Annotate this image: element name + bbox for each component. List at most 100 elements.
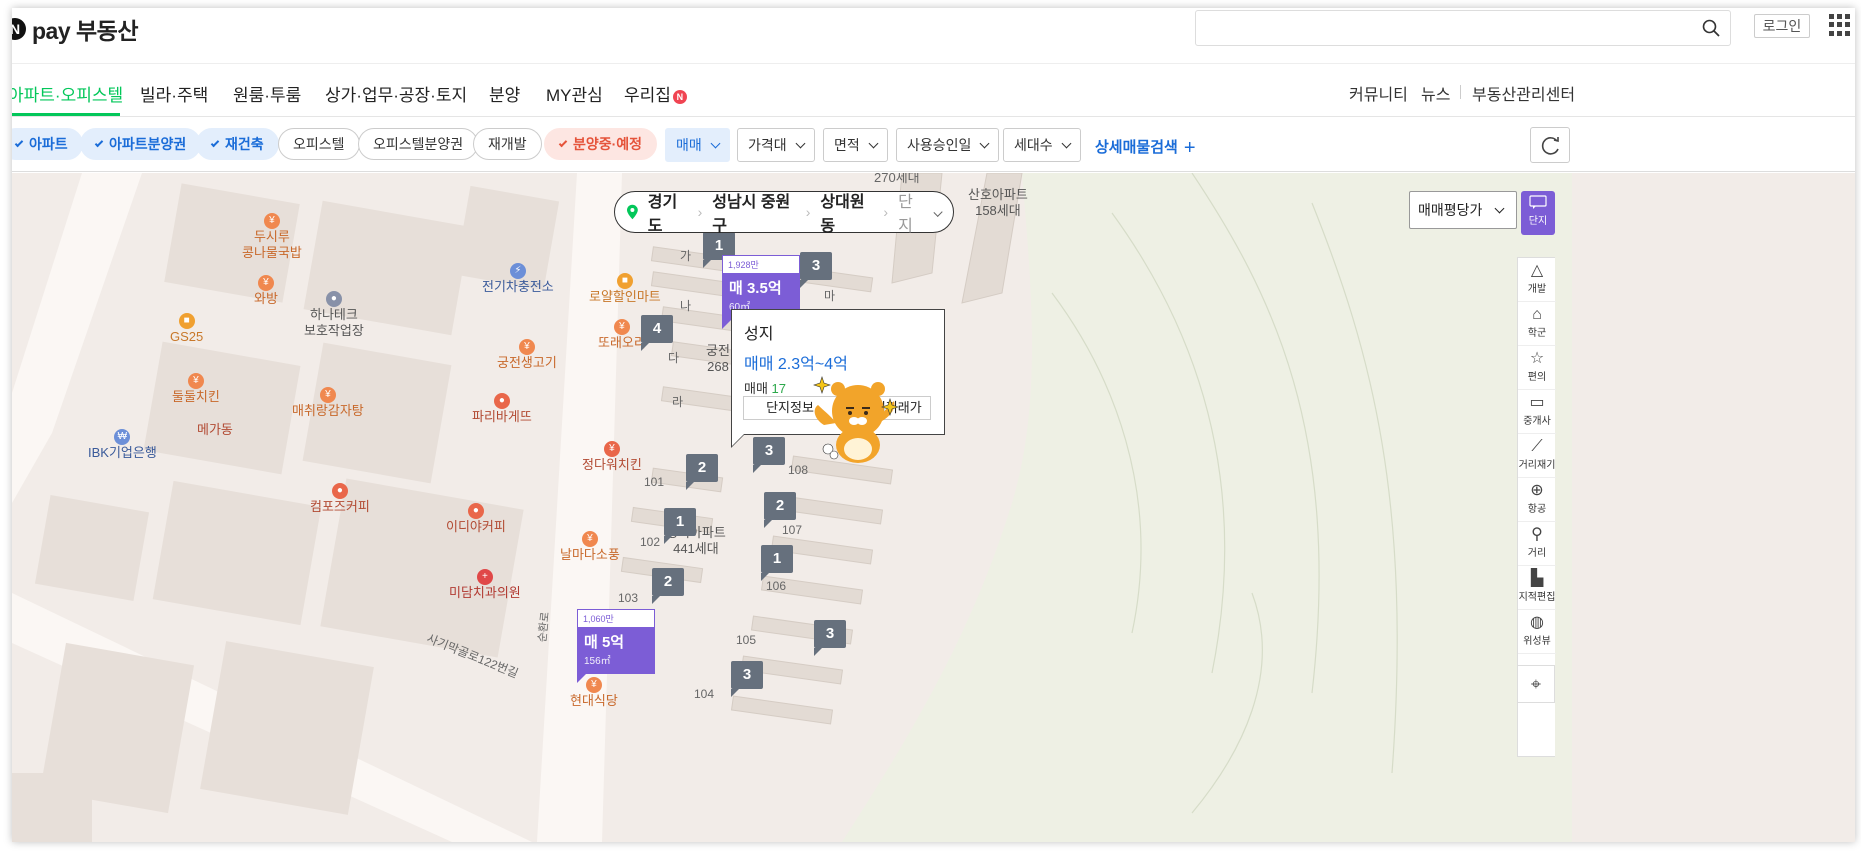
- price-range-dropdown[interactable]: 가격대: [737, 128, 815, 162]
- chevron-down-icon: [710, 138, 721, 149]
- nav-commercial[interactable]: 상가·업무·공장·토지: [325, 81, 467, 106]
- building-101-label: 101: [644, 475, 665, 489]
- location-breadcrumb[interactable]: 경기도 › 성남시 중원구 › 상대원동 › 단지: [614, 188, 954, 236]
- listing-count-marker[interactable]: 3: [731, 661, 763, 697]
- search-icon[interactable]: [1702, 19, 1720, 37]
- chip-officetel-presale-right[interactable]: 오피스텔분양권: [358, 128, 479, 160]
- poi-midam-dental[interactable]: + 미담치과의원: [449, 567, 521, 601]
- poi-label: 미담치과의원: [449, 585, 521, 600]
- refresh-button[interactable]: [1530, 127, 1570, 163]
- poi-compose-coffee[interactable]: ● 컴포즈커피: [310, 481, 370, 515]
- check-icon: [558, 138, 568, 148]
- current-location-button[interactable]: ⌖: [1517, 665, 1555, 703]
- poi-gungjeon[interactable]: ¥ 궁전생고기: [497, 337, 557, 371]
- nav-agent-center[interactable]: 부동산관리센터: [1472, 81, 1575, 105]
- poi-jungdawi[interactable]: ¥ 정다워치킨: [582, 439, 642, 473]
- listing-count-marker[interactable]: 2: [652, 568, 684, 604]
- chip-officetel[interactable]: 오피스텔: [278, 128, 360, 160]
- tool-satellite[interactable]: ◍ 위성뷰: [1518, 610, 1556, 654]
- logo[interactable]: N pay 부동산: [12, 12, 139, 46]
- sort-price-select[interactable]: 매매평당가: [1409, 191, 1517, 229]
- detail-search-button[interactable]: 상세매물검색 +: [1095, 136, 1196, 160]
- tool-school[interactable]: ⌂ 학군: [1518, 302, 1556, 346]
- building-106-label: 106: [766, 579, 787, 593]
- breadcrumb-city[interactable]: 성남시 중원구: [712, 188, 796, 236]
- poi-dusiru[interactable]: ¥ 두시루 콩나물국밥: [242, 211, 302, 261]
- listing-count-marker[interactable]: 2: [764, 492, 796, 528]
- listing-count-marker[interactable]: 1: [664, 508, 696, 544]
- poi-charging-station[interactable]: ⚡ 전기차충전소: [482, 261, 554, 295]
- nav-apartment-officetel[interactable]: 아파트·오피스텔: [12, 81, 123, 106]
- fork-knife-icon: ¥: [585, 677, 602, 693]
- poi-ddorae[interactable]: ¥ 또래오리: [598, 317, 646, 351]
- nav-villa-house[interactable]: 빌라·주택: [140, 81, 208, 106]
- cup-icon: ●: [467, 503, 484, 519]
- poi-nalmada[interactable]: ¥ 날마다소풍: [560, 529, 620, 563]
- price-marker[interactable]: 1,060만 매 5억 156㎡: [577, 609, 655, 683]
- nav-news[interactable]: 뉴스: [1421, 81, 1450, 105]
- poi-gs25[interactable]: ■ GS25: [170, 311, 203, 345]
- households-dropdown[interactable]: 세대수: [1003, 128, 1081, 162]
- danji-toggle-button[interactable]: 단지: [1521, 191, 1555, 235]
- chip-reconstruction[interactable]: 재건축: [196, 128, 279, 160]
- agent-icon: ▭: [1529, 394, 1545, 411]
- main-nav: 아파트·오피스텔 빌라·주택 원룸·투룸 상가·업무·공장·토지 분양 MY관심…: [12, 65, 1855, 117]
- tool-aerial[interactable]: ⊕ 항공: [1518, 478, 1556, 522]
- breadcrumb-province[interactable]: 경기도: [648, 188, 688, 236]
- tool-agent[interactable]: ▭ 중개사: [1518, 390, 1556, 434]
- chip-label: 재건축: [225, 136, 264, 152]
- tool-development[interactable]: △ 개발: [1518, 258, 1556, 302]
- poi-wabang[interactable]: ¥ 와방: [254, 273, 278, 307]
- chip-redevelopment[interactable]: 재개발: [473, 128, 542, 160]
- nav-presale[interactable]: 분양: [489, 81, 520, 106]
- nav-oneroom-tworoom[interactable]: 원룸·투룸: [233, 81, 301, 106]
- poi-ibk-bank[interactable]: ₩ IBK기업은행: [88, 427, 157, 461]
- tool-street[interactable]: ⚲ 거리: [1518, 522, 1556, 566]
- poi-label: 날마다소풍: [560, 547, 620, 562]
- trade-type-dropdown[interactable]: 매매: [665, 128, 730, 162]
- tool-convenience[interactable]: ☆ 편의: [1518, 346, 1556, 390]
- chip-presale-ongoing[interactable]: 분양중·예정: [544, 128, 658, 160]
- chevron-down-icon: [979, 138, 990, 149]
- poi-hanatech[interactable]: ● 하나테크 보호작업장: [304, 289, 364, 339]
- login-button[interactable]: 로그인: [1754, 14, 1810, 38]
- count-value: 17: [771, 381, 787, 396]
- price-area: 156㎡: [584, 656, 611, 667]
- crosshair-icon: ⌖: [1530, 674, 1542, 694]
- ryan-character-icon: [813, 376, 899, 463]
- chevron-down-icon: [868, 138, 879, 149]
- map-view[interactable]: ¥ 두시루 콩나물국밥 ¥ 와방 ● 하나테크 보호작업장 ■ GS25 ⚡ 전기차충전소…: [12, 173, 1855, 842]
- nav-my-home[interactable]: 우리집 N: [624, 81, 687, 106]
- poi-dulduri[interactable]: ¥ 둘둘치킨: [172, 371, 220, 405]
- tool-label: 중개사: [1523, 416, 1551, 427]
- price-per-pyeong: 1,928만: [723, 256, 799, 273]
- chevron-down-icon: [1494, 203, 1505, 214]
- apps-grid-icon[interactable]: [1829, 14, 1851, 36]
- tool-measure-distance[interactable]: ⟋ 거리재기: [1518, 434, 1556, 478]
- chip-apartment[interactable]: 아파트: [12, 128, 83, 160]
- chevron-right-icon: ›: [805, 204, 811, 220]
- plus-icon: +: [1183, 137, 1196, 159]
- listing-count-marker[interactable]: 1: [761, 545, 793, 581]
- breadcrumb-dong[interactable]: 상대원동: [820, 188, 873, 236]
- chip-apartment-presale-right[interactable]: 아파트분양권: [80, 128, 202, 160]
- area-dropdown[interactable]: 면적: [823, 128, 888, 162]
- listing-count-marker[interactable]: 3: [814, 620, 846, 656]
- poi-paris-baguette[interactable]: ● 파리바게뜨: [472, 391, 532, 425]
- nav-community[interactable]: 커뮤니티: [1349, 81, 1408, 105]
- listing-count-marker[interactable]: 3: [800, 252, 832, 288]
- poi-royal-mart[interactable]: ■ 로얄할인마트: [589, 271, 661, 305]
- listing-count-marker[interactable]: 2: [686, 454, 718, 490]
- sanho-apt-label: 산호아파트 158세대: [968, 187, 1028, 218]
- price-value: 매 5억: [584, 634, 625, 651]
- search-input[interactable]: [1196, 11, 1676, 45]
- approval-date-dropdown[interactable]: 사용승인일: [896, 128, 1000, 162]
- nav-my-interest[interactable]: MY관심: [546, 81, 603, 106]
- listing-count-marker[interactable]: 4: [641, 315, 673, 351]
- listing-count-marker[interactable]: 3: [753, 437, 785, 473]
- breadcrumb-complex[interactable]: 단지: [898, 188, 925, 236]
- poi-ediya-coffee[interactable]: ● 이디야커피: [446, 501, 506, 535]
- map-background: [12, 173, 1572, 842]
- tool-cadastral[interactable]: ▙ 지적편집: [1518, 566, 1556, 610]
- poi-maechwi[interactable]: ¥ 매취랑감자탕: [292, 385, 364, 419]
